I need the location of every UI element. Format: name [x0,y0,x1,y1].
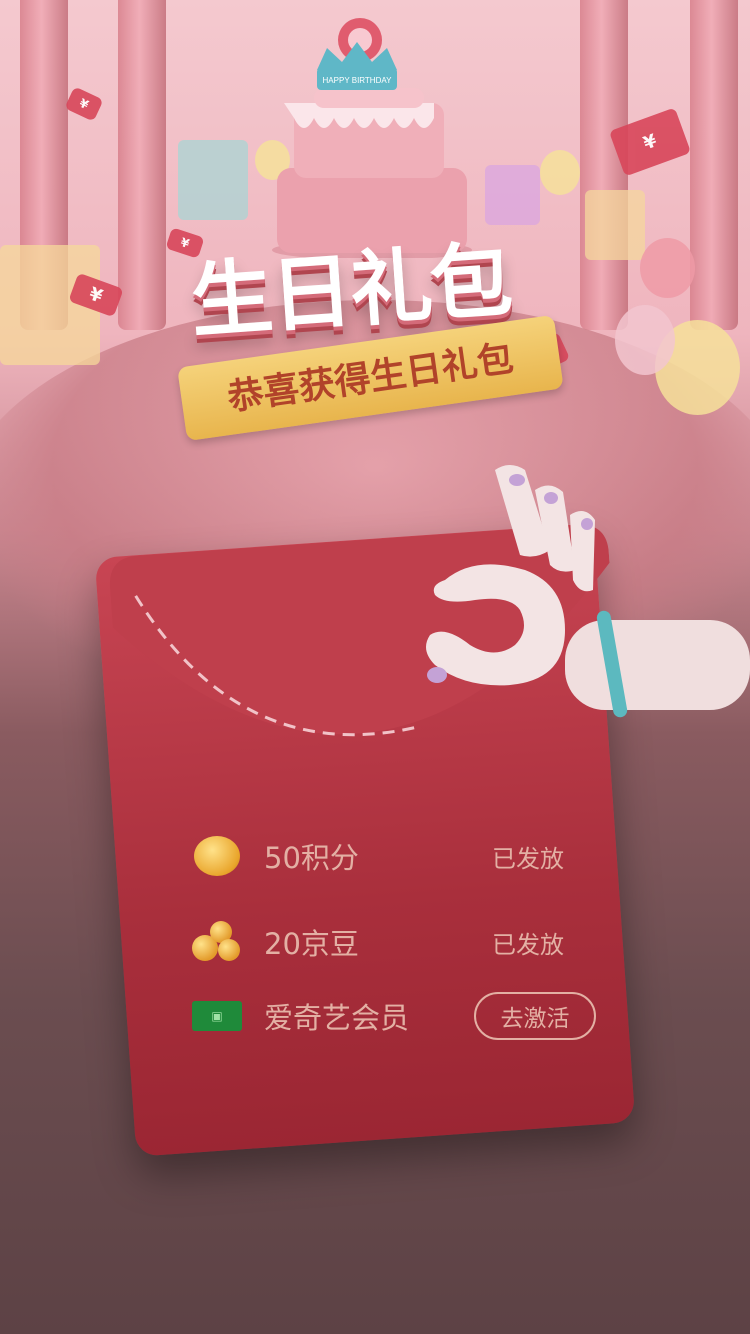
coupon-symbol: ¥ [640,129,660,155]
hand-ok-gesture [426,465,750,718]
gift-item-points: 50积分 已发放 [192,826,592,886]
activate-button[interactable]: 去激活 [474,992,596,1040]
jingdou-icon [192,917,242,967]
coupon-symbol: ¥ [77,95,91,113]
pillar [690,0,738,330]
gift-item-jingdou: 20京豆 已发放 [192,912,592,972]
gift-item-label: 50积分 [264,841,359,875]
iqiyi-icon: ▣ [192,991,242,1041]
balloon [615,305,675,375]
balloon [640,238,695,298]
gift-item-status: 已发放 [492,844,564,873]
balloon [540,150,580,195]
gift-item-status: 已发放 [492,930,564,959]
gift-item-label: 爱奇艺会员 [264,1001,410,1035]
coin-icon [192,831,242,881]
cake-topper-text: HAPPY BIRTHDAY [323,76,393,85]
gift-box [178,140,248,220]
coupon-symbol: ¥ [86,282,106,308]
gift-item-iqiyi: ▣ 爱奇艺会员 去激活 [192,986,596,1046]
gift-item-label: 20京豆 [264,927,359,961]
gift-box [585,190,645,260]
coupon-tag: ¥ [64,86,104,122]
birthday-gift-page: HAPPY BIRTHDAY ¥ ¥ ¥ ¥ ¥ 生日礼包 恭喜获得生日礼包 5… [0,0,750,1334]
